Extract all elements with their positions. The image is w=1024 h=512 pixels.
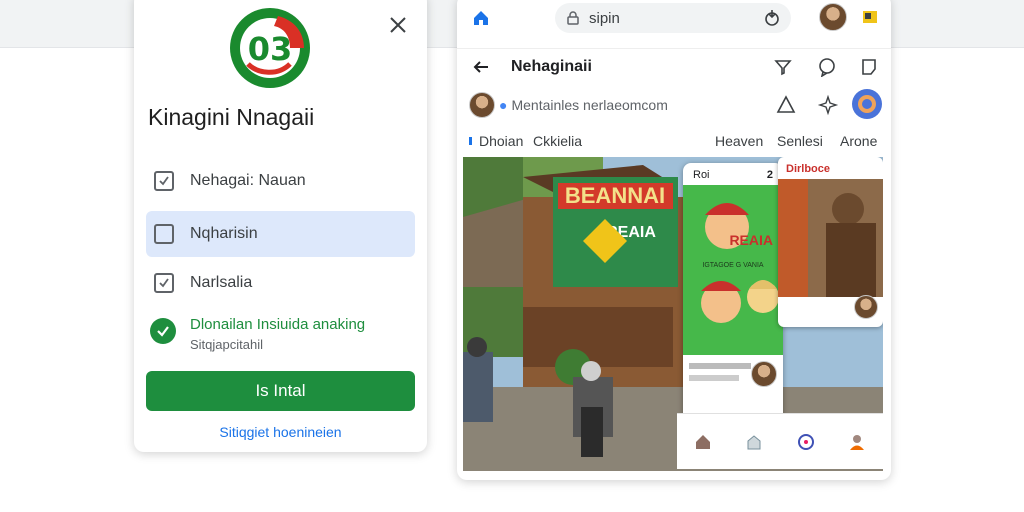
- profile-icon: [850, 434, 865, 450]
- option-item-2[interactable]: Nqharisin: [146, 211, 415, 257]
- option-label-1: Nehagai: Nauan: [190, 172, 306, 189]
- phone-header-left: Roi: [693, 169, 710, 181]
- account-pin-icon: ●: [499, 97, 508, 113]
- checkbox-checked-icon: [154, 273, 174, 293]
- dialog-footer-link[interactable]: Sitiqgiet hoenineien: [134, 424, 427, 440]
- option-label-3: Narlsalia: [190, 274, 253, 291]
- chat-icon[interactable]: [817, 57, 837, 77]
- phone-banner-image: REAIA IGTAGOE G VANIA: [683, 185, 783, 355]
- bottom-navigation: [677, 413, 883, 469]
- option-label-2: Nqharisin: [190, 225, 258, 242]
- phone-header-right: 2: [766, 169, 773, 181]
- tab-bar: Dhoian Ckkielia Heaven Senlesi Arone: [457, 126, 891, 156]
- preview-card-image: [778, 179, 883, 297]
- nav-store[interactable]: [745, 433, 763, 451]
- preview-card-title: Dirlboce: [786, 163, 831, 175]
- tab-4[interactable]: Senlesi: [777, 133, 823, 149]
- filter-icon[interactable]: [773, 57, 793, 77]
- home-icon[interactable]: [471, 8, 491, 28]
- page-header: Nehaginaii: [457, 48, 891, 84]
- app-logo: 03: [230, 8, 310, 88]
- store-icon: [747, 434, 761, 449]
- active-tab-indicator: [469, 137, 472, 145]
- account-name: Mentainles nerlaeomcom: [511, 97, 668, 113]
- success-check-icon: [150, 318, 176, 344]
- tab-3[interactable]: Heaven: [715, 133, 763, 149]
- phone-banner-subtext: IGTAGOE G VANIA: [702, 262, 764, 269]
- sign-text: BEANNAI: [565, 183, 665, 208]
- phone-text-line: [689, 375, 739, 381]
- svg-text:03: 03: [248, 30, 293, 68]
- back-arrow-icon[interactable]: [471, 57, 491, 77]
- phone-preview: Roi 2 REAIA IGTAGOE G VANIA: [683, 163, 783, 455]
- preview-card-avatar: [854, 295, 878, 319]
- phone-banner-text: REAIA: [729, 232, 773, 248]
- tab-5[interactable]: Arone: [840, 133, 877, 149]
- checkbox-checked-icon: [154, 171, 174, 191]
- browser-toolbar: sipin: [457, 0, 891, 44]
- discover-icon: [797, 433, 814, 450]
- nav-discover[interactable]: [797, 433, 815, 451]
- address-bar[interactable]: sipin: [555, 3, 791, 33]
- nav-home[interactable]: [694, 433, 712, 451]
- install-dialog: 03 Kinagini Nnagaii Nehagai: Nauan Nqhar…: [134, 0, 427, 452]
- sparkle-icon[interactable]: [817, 94, 839, 116]
- account-avatar[interactable]: [469, 92, 495, 118]
- checkbox-icon: [154, 224, 174, 244]
- phone-avatar: [751, 361, 777, 387]
- option-item-3[interactable]: Narlsalia: [146, 260, 415, 306]
- status-message: Dlonailan Insiuida anaking: [190, 316, 366, 333]
- install-app-icon[interactable]: [763, 9, 781, 27]
- preview-card: Dirlboce: [778, 157, 883, 327]
- address-text: sipin: [589, 9, 620, 27]
- page-title: Nehaginaii: [511, 58, 592, 75]
- account-text: ● Mentainles nerlaeomcom: [499, 97, 668, 113]
- account-row: ● Mentainles nerlaeomcom: [457, 88, 891, 122]
- alert-icon[interactable]: [775, 94, 797, 116]
- lock-icon: [567, 11, 579, 25]
- tab-1[interactable]: Dhoian: [479, 133, 523, 149]
- option-item-1[interactable]: Nehagai: Nauan: [146, 158, 415, 204]
- nav-profile[interactable]: [848, 433, 866, 451]
- browser-window: sipin Nehaginaii ● Mentainles nerlaeomco…: [457, 0, 891, 480]
- phone-text-line: [689, 363, 751, 369]
- home-icon: [695, 434, 710, 449]
- tab-2[interactable]: Ckkielia: [533, 133, 582, 149]
- assistant-icon[interactable]: [851, 88, 883, 120]
- close-icon[interactable]: [387, 14, 409, 36]
- dialog-title: Kinagini Nnagaii: [148, 104, 315, 130]
- install-button[interactable]: Is Intal: [146, 371, 415, 411]
- bookmark-icon[interactable]: [859, 57, 879, 77]
- phone-header: Roi 2: [683, 163, 783, 187]
- hero-photo: BEANNAI REAIA Roi 2 REAIA IGTAGOE G VANI…: [463, 157, 883, 471]
- profile-avatar[interactable]: [819, 3, 847, 31]
- extension-icon[interactable]: [861, 8, 879, 26]
- status-subtext: Sitqjapcitahil: [190, 337, 263, 352]
- status-row: Dlonailan Insiuida anaking Sitqjapcitahi…: [150, 316, 365, 352]
